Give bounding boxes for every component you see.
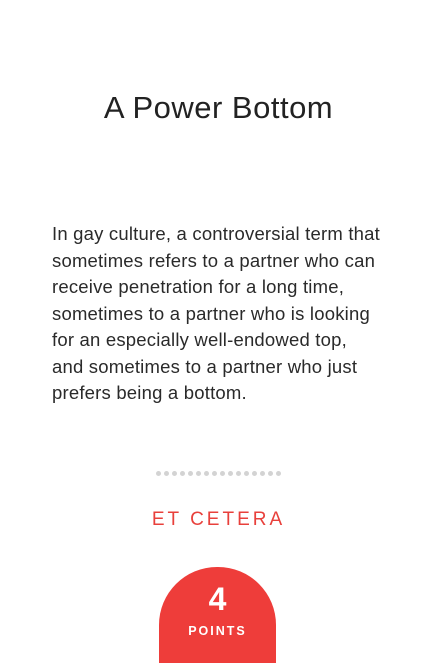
divider-dot: [172, 471, 177, 476]
term-definition: In gay culture, a controversial term tha…: [52, 223, 380, 403]
divider-dot: [244, 471, 249, 476]
divider-dot: [252, 471, 257, 476]
divider-dot: [204, 471, 209, 476]
divider-dot: [276, 471, 281, 476]
divider-dot: [220, 471, 225, 476]
divider-dot: [164, 471, 169, 476]
term-card: A Power Bottom In gay culture, a controv…: [0, 0, 437, 663]
category-label: ET CETERA: [151, 509, 286, 530]
divider-dot: [196, 471, 201, 476]
divider-dot: [268, 471, 273, 476]
points-badge: 4 POINTS: [159, 567, 276, 663]
term-title: A Power Bottom: [103, 90, 334, 125]
dotted-divider: [0, 471, 437, 476]
divider-dot: [156, 471, 161, 476]
divider-dot: [236, 471, 241, 476]
points-label: POINTS: [188, 624, 247, 638]
divider-dot: [188, 471, 193, 476]
divider-dot: [260, 471, 265, 476]
divider-dot: [212, 471, 217, 476]
points-value: 4: [208, 581, 227, 617]
divider-dot: [180, 471, 185, 476]
divider-dot: [228, 471, 233, 476]
